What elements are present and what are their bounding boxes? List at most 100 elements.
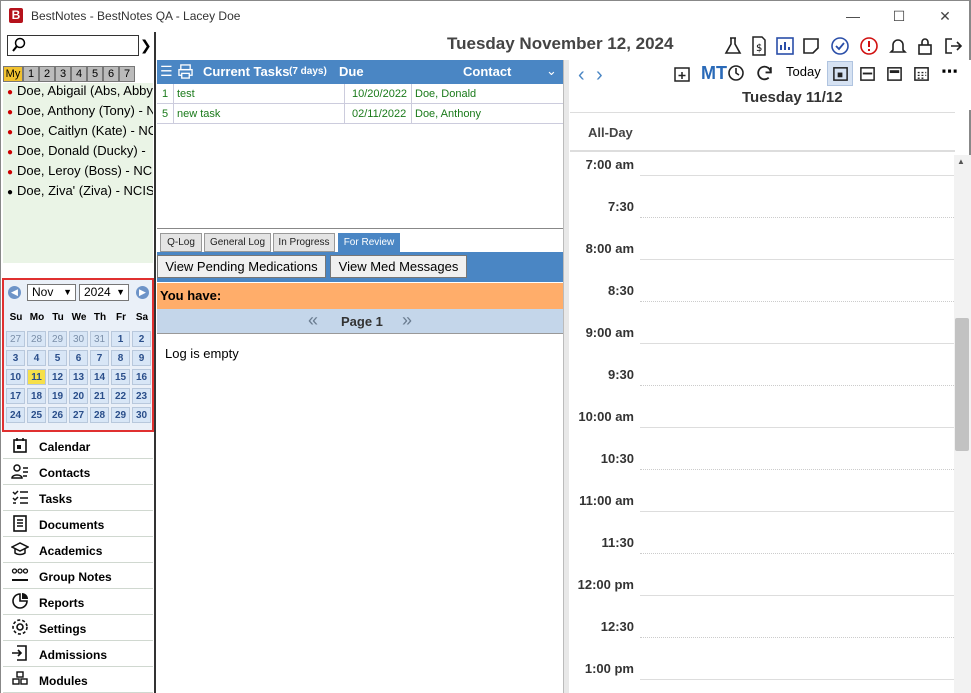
patient-item[interactable]: ● Doe, Ziva' (Ziva) - NCIS (7, 183, 153, 198)
clock-icon[interactable] (727, 64, 745, 82)
time-slot[interactable] (640, 595, 954, 596)
group-tab-7[interactable]: 7 (119, 66, 135, 82)
task-row[interactable]: 5 new task 02/11/2022 Doe, Anthony (157, 104, 563, 124)
week-view-icon[interactable] (859, 65, 876, 82)
bell-icon[interactable] (888, 36, 908, 56)
nav-item-reports[interactable]: Reports (3, 589, 153, 615)
calendar-day[interactable]: 5 (48, 350, 67, 366)
lock-icon[interactable] (915, 36, 935, 56)
nav-item-documents[interactable]: Documents (3, 511, 153, 537)
prev-month-icon[interactable]: ◀ (8, 286, 21, 299)
time-slot[interactable] (640, 553, 954, 554)
tab-for-review[interactable]: For Review (338, 233, 400, 252)
next-month-icon[interactable]: ▶ (136, 286, 149, 299)
patient-item[interactable]: ● Doe, Anthony (Tony) - N (7, 103, 153, 118)
calendar-day[interactable]: 12 (48, 369, 67, 385)
calendar-day[interactable]: 30 (132, 407, 151, 423)
calendar-day[interactable]: 13 (69, 369, 88, 385)
nav-item-calendar[interactable]: Calendar (3, 433, 153, 459)
nav-item-admissions[interactable]: Admissions (3, 641, 153, 667)
close-button[interactable]: ✕ (930, 6, 960, 26)
nav-item-tasks[interactable]: Tasks (3, 485, 153, 511)
patient-item[interactable]: ● Doe, Donald (Ducky) - (7, 143, 146, 158)
group-tab-3[interactable]: 3 (55, 66, 71, 82)
month-select[interactable]: Nov ▼ (27, 284, 76, 301)
calendar-day[interactable]: 22 (111, 388, 130, 404)
print-icon[interactable] (178, 64, 193, 79)
prev-day-icon[interactable]: ‹ (578, 64, 585, 87)
time-slot[interactable] (640, 637, 954, 638)
chart-icon[interactable] (775, 36, 795, 56)
patient-item[interactable]: ● Doe, Caitlyn (Kate) - NC (7, 123, 153, 138)
time-slot[interactable] (640, 301, 954, 302)
minimize-button[interactable]: — (838, 6, 868, 26)
next-page-icon[interactable]: » (402, 310, 412, 331)
calendar-day[interactable]: 7 (90, 350, 109, 366)
scroll-up-icon[interactable]: ▲ (957, 157, 965, 166)
calendar-day[interactable]: 19 (48, 388, 67, 404)
scrollbar-thumb[interactable] (955, 318, 969, 451)
group-tab-my[interactable]: My (3, 66, 23, 82)
view-pending-medications-button[interactable]: View Pending Medications (157, 255, 326, 278)
calendar-day[interactable]: 2 (132, 331, 151, 347)
calendar-day[interactable]: 27 (6, 331, 25, 347)
chevron-down-icon[interactable]: ⌄ (546, 63, 557, 79)
info-icon[interactable] (859, 36, 879, 56)
calendar-day[interactable]: 6 (69, 350, 88, 366)
tab-in-progress[interactable]: In Progress (273, 233, 335, 252)
month-view-icon[interactable] (913, 65, 930, 82)
calendar-day[interactable]: 3 (6, 350, 25, 366)
time-slot[interactable] (640, 385, 954, 386)
calendar-day[interactable]: 16 (132, 369, 151, 385)
tab-general-log[interactable]: General Log (204, 233, 271, 252)
time-slot[interactable] (640, 427, 954, 428)
today-button[interactable]: Today (786, 64, 821, 79)
calendar-day[interactable]: 4 (27, 350, 46, 366)
calendar-day[interactable]: 25 (27, 407, 46, 423)
panel-splitter[interactable] (563, 60, 569, 693)
mt-label[interactable]: MT (701, 63, 727, 84)
calendar-day[interactable]: 23 (132, 388, 151, 404)
calendar-day[interactable]: 29 (111, 407, 130, 423)
calendar-day[interactable]: 27 (69, 407, 88, 423)
more-icon[interactable]: ⋯ (941, 62, 958, 82)
refresh-icon[interactable] (755, 64, 774, 83)
flask-icon[interactable] (723, 36, 743, 56)
column-due[interactable]: Due (339, 64, 364, 79)
patient-item[interactable]: ● Doe, Leroy (Boss) - NC (7, 163, 152, 178)
nav-item-academics[interactable]: Academics (3, 537, 153, 563)
calendar-day[interactable]: 30 (69, 331, 88, 347)
calendar-day[interactable]: 31 (90, 331, 109, 347)
calendar-day[interactable]: 18 (27, 388, 46, 404)
note-icon[interactable] (801, 36, 821, 56)
column-contact[interactable]: Contact (463, 64, 511, 79)
year-select[interactable]: 2024 ▼ (79, 284, 129, 301)
time-slot[interactable] (640, 469, 954, 470)
nav-item-modules[interactable]: Modules (3, 667, 153, 693)
billing-icon[interactable]: $ (749, 36, 769, 56)
calendar-day[interactable]: 1 (111, 331, 130, 347)
calendar-day[interactable]: 20 (69, 388, 88, 404)
tab-q-log[interactable]: Q-Log (160, 233, 202, 252)
task-list-icon[interactable]: ☰ (160, 63, 173, 80)
search-go-icon[interactable]: ❯ (140, 37, 152, 54)
nav-item-contacts[interactable]: Contacts (3, 459, 153, 485)
calendar-day[interactable]: 14 (90, 369, 109, 385)
time-slot[interactable] (640, 343, 954, 344)
next-day-icon[interactable]: › (596, 64, 603, 87)
workweek-view-icon[interactable] (886, 65, 903, 82)
time-slot[interactable] (640, 259, 954, 260)
calendar-day[interactable]: 11 (27, 369, 46, 385)
calendar-day[interactable]: 28 (90, 407, 109, 423)
check-circle-icon[interactable] (830, 36, 850, 56)
day-view-button[interactable] (827, 61, 853, 86)
calendar-day[interactable]: 26 (48, 407, 67, 423)
calendar-day[interactable]: 21 (90, 388, 109, 404)
time-slot[interactable] (640, 511, 954, 512)
add-event-icon[interactable] (673, 65, 691, 83)
calendar-day[interactable]: 24 (6, 407, 25, 423)
group-tab-5[interactable]: 5 (87, 66, 103, 82)
group-tab-6[interactable]: 6 (103, 66, 119, 82)
time-slot[interactable] (640, 175, 954, 176)
maximize-button[interactable]: ☐ (884, 6, 914, 26)
